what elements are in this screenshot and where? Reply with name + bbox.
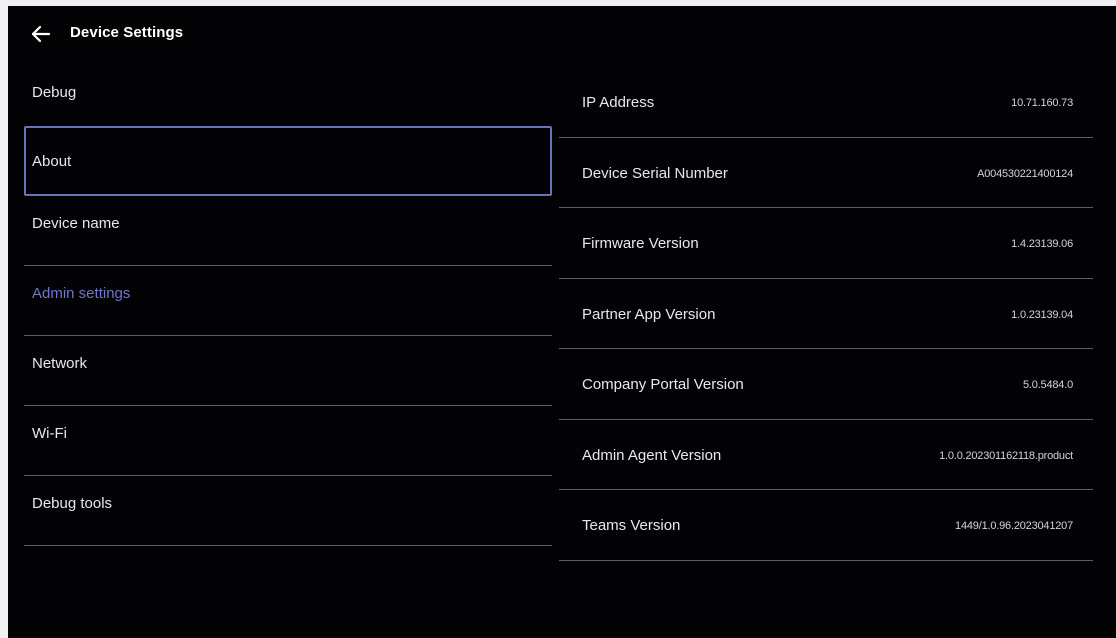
device-settings-screen: Device Settings Debug About Device name … — [8, 6, 1116, 638]
detail-row-ip-address: IP Address 10.71.160.73 — [559, 67, 1093, 138]
menu-item-network[interactable]: Network — [24, 336, 552, 406]
menu-item-label: Admin settings — [32, 285, 131, 302]
detail-value: A004530221400124 — [977, 167, 1073, 180]
about-details-panel: IP Address 10.71.160.73 Device Serial Nu… — [559, 67, 1093, 561]
menu-item-about[interactable]: About — [24, 126, 552, 196]
menu-item-label: Debug tools — [32, 495, 113, 512]
detail-label: Firmware Version — [582, 235, 699, 252]
detail-row-firmware-version: Firmware Version 1.4.23139.06 — [559, 208, 1093, 279]
detail-value: 5.0.5484.0 — [1023, 379, 1073, 391]
detail-label: Teams Version — [582, 517, 681, 534]
menu-item-label: About — [32, 153, 72, 170]
detail-value: 10.71.160.73 — [1011, 97, 1073, 109]
detail-label: IP Address — [582, 94, 655, 111]
detail-row-admin-agent-version: Admin Agent Version 1.0.0.202301162118.p… — [559, 420, 1093, 490]
detail-row-partner-app-version: Partner App Version 1.0.23139.04 — [559, 279, 1093, 349]
detail-label: Company Portal Version — [582, 376, 744, 393]
detail-row-company-portal-version: Company Portal Version 5.0.5484.0 — [559, 349, 1093, 420]
detail-label: Device Serial Number — [582, 164, 728, 182]
detail-value: 1.4.23139.06 — [1011, 238, 1073, 250]
menu-item-label: Device name — [32, 215, 120, 232]
menu-item-wifi[interactable]: Wi-Fi — [24, 406, 552, 476]
arrow-left-icon[interactable] — [30, 23, 52, 45]
detail-row-teams-version: Teams Version 1449/1.0.96.2023041207 — [559, 490, 1093, 561]
header-bar: Device Settings — [8, 6, 1116, 62]
detail-label: Admin Agent Version — [582, 446, 722, 464]
detail-row-serial-number: Device Serial Number A004530221400124 — [559, 138, 1093, 208]
detail-value: 1.0.23139.04 — [1011, 308, 1073, 321]
menu-item-admin-settings[interactable]: Admin settings — [24, 266, 552, 336]
menu-item-label: Debug — [32, 84, 77, 101]
page-title: Device Settings — [70, 24, 184, 41]
menu-item-debug-tools[interactable]: Debug tools — [24, 476, 552, 546]
detail-value: 1.0.0.202301162118.product — [939, 449, 1073, 462]
menu-item-device-name[interactable]: Device name — [24, 196, 552, 266]
detail-label: Partner App Version — [582, 305, 716, 323]
detail-value: 1449/1.0.96.2023041207 — [955, 520, 1073, 532]
menu-item-debug[interactable]: Debug — [24, 70, 552, 126]
settings-menu: Debug About Device name Admin settings N… — [24, 70, 552, 546]
menu-item-label: Network — [32, 355, 88, 372]
menu-item-label: Wi-Fi — [32, 425, 67, 442]
